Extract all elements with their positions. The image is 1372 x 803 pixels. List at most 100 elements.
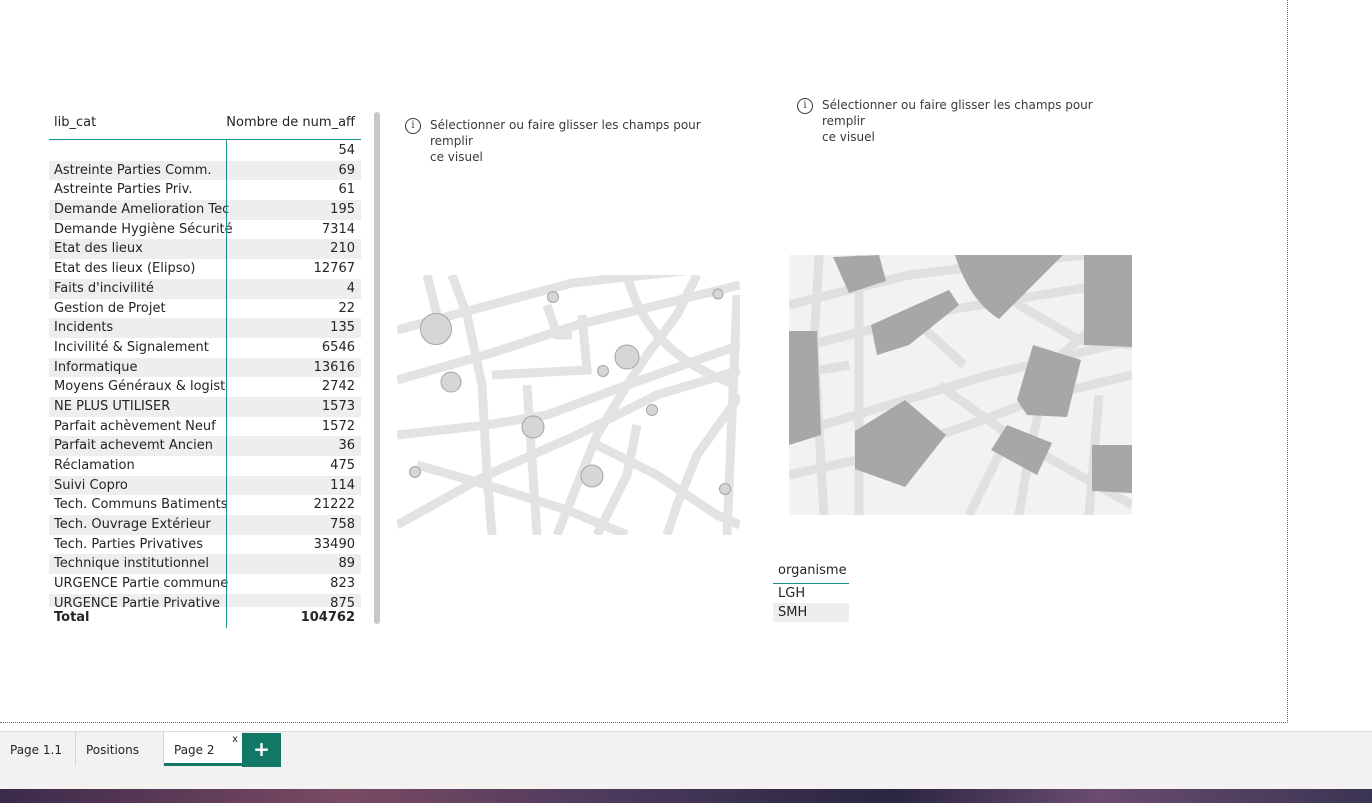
- cell-nombre-num-aff: 54: [338, 143, 355, 158]
- cell-lib-cat: Astreinte Parties Comm.: [54, 162, 212, 178]
- status-bar: [0, 767, 1372, 789]
- cell-nombre-num-aff: 195: [330, 202, 355, 218]
- add-page-button[interactable]: +: [242, 733, 281, 767]
- table-row[interactable]: Demande Hygiène Sécurité 7314: [49, 220, 361, 240]
- table-row[interactable]: Réclamation 475: [49, 456, 361, 476]
- filled-map-placeholder[interactable]: [789, 255, 1132, 515]
- cell-nombre-num-aff: 89: [338, 556, 355, 572]
- table-row[interactable]: 54: [49, 141, 361, 161]
- cell-nombre-num-aff: 4: [346, 280, 355, 296]
- table-row[interactable]: Technique institutionnel 89: [49, 554, 361, 575]
- cell-lib-cat: Parfait achèvement Neuf: [54, 418, 216, 434]
- slicer-header: organisme: [773, 561, 849, 584]
- cell-lib-cat: Parfait achevemt Ancien: [54, 438, 214, 454]
- cell-nombre-num-aff: 13616: [313, 359, 355, 375]
- slicer-item-smh[interactable]: SMH: [773, 603, 849, 622]
- cell-nombre-num-aff: 758: [330, 517, 355, 533]
- table-row[interactable]: URGENCE Partie commune 823: [49, 574, 361, 594]
- bubble-map-placeholder[interactable]: [397, 275, 740, 535]
- cell-nombre-num-aff: 475: [330, 458, 355, 473]
- total-label: Total: [54, 610, 90, 625]
- column-header-lib-cat[interactable]: lib_cat: [54, 115, 96, 130]
- table-row[interactable]: NE PLUS UTILISER 1573: [49, 396, 361, 417]
- cell-lib-cat: Réclamation: [54, 458, 135, 473]
- cell-nombre-num-aff: 823: [330, 576, 355, 592]
- placeholder-line1: Sélectionner ou faire glisser les champs…: [430, 118, 701, 148]
- table-row[interactable]: Tech. Ouvrage Extérieur 758: [49, 515, 361, 535]
- table-row[interactable]: Gestion de Projet 22: [49, 299, 361, 319]
- table-row[interactable]: Parfait achevemt Ancien 36: [49, 436, 361, 456]
- cell-nombre-num-aff: 61: [338, 182, 355, 198]
- report-canvas: lib_cat Nombre de num_aff 54 Astreinte Pa…: [0, 0, 1288, 723]
- cell-nombre-num-aff: 12767: [313, 261, 355, 277]
- table-row[interactable]: Moyens Généraux & logist 2742: [49, 377, 361, 397]
- tab-page-2[interactable]: Page 2 x: [164, 732, 242, 766]
- page-tab-bar: Page 1.1 Positions Page 2 x +: [0, 731, 1372, 768]
- table-total-row: Total 104762: [49, 608, 361, 628]
- desktop-background: [0, 789, 1372, 803]
- cell-lib-cat: Suivi Copro: [54, 477, 128, 493]
- tab-page-1-1[interactable]: Page 1.1: [0, 732, 76, 766]
- cell-lib-cat: NE PLUS UTILISER: [54, 398, 171, 414]
- cell-lib-cat: Technique institutionnel: [54, 556, 210, 572]
- close-tab-icon[interactable]: x: [232, 722, 238, 758]
- total-value: 104762: [300, 610, 355, 625]
- cell-lib-cat: URGENCE Partie commune: [54, 576, 229, 592]
- tab-positions[interactable]: Positions: [76, 732, 164, 766]
- info-icon: i: [797, 98, 813, 114]
- info-icon: i: [405, 118, 421, 134]
- table-row[interactable]: Tech. Communs Batiments 21222: [49, 495, 361, 515]
- cell-lib-cat: Tech. Ouvrage Extérieur: [54, 517, 211, 533]
- table-row[interactable]: Demande Amelioration Tec 195: [49, 200, 361, 220]
- table-row[interactable]: Incidents 135: [49, 318, 361, 338]
- placeholder-line2: ce visuel: [430, 150, 483, 164]
- table-row[interactable]: Tech. Parties Privatives 33490: [49, 535, 361, 555]
- cell-lib-cat: Etat des lieux: [54, 241, 143, 257]
- cell-nombre-num-aff: 1573: [321, 398, 355, 414]
- table-row[interactable]: Faits d'incivilité 4: [49, 278, 361, 299]
- cell-nombre-num-aff: 7314: [321, 221, 355, 237]
- cell-nombre-num-aff: 114: [330, 477, 355, 493]
- organisme-slicer: organisme LGH SMH: [773, 561, 849, 622]
- table-body: 54 Astreinte Parties Comm. 69 Astreinte Par…: [49, 141, 361, 607]
- table-row[interactable]: URGENCE Partie Privative 875: [49, 593, 361, 607]
- cell-lib-cat: Faits d'incivilité: [54, 280, 154, 296]
- cell-nombre-num-aff: 2742: [321, 379, 355, 395]
- cell-nombre-num-aff: 21222: [313, 497, 355, 513]
- cell-nombre-num-aff: 6546: [321, 339, 355, 355]
- table-row[interactable]: Suivi Copro 114: [49, 475, 361, 496]
- table-visual[interactable]: lib_cat Nombre de num_aff 54 Astreinte Pa…: [49, 111, 380, 631]
- cell-lib-cat: Tech. Communs Batiments: [54, 497, 228, 513]
- cell-nombre-num-aff: 22: [338, 300, 355, 316]
- cell-lib-cat: Gestion de Projet: [54, 300, 166, 316]
- column-divider: [226, 140, 227, 628]
- table-row[interactable]: Etat des lieux (Elipso) 12767: [49, 259, 361, 279]
- table-row[interactable]: Etat des lieux 210: [49, 239, 361, 260]
- cell-lib-cat: Demande Hygiène Sécurité: [54, 221, 233, 237]
- slicer-item-lgh[interactable]: LGH: [773, 584, 849, 603]
- cell-lib-cat: Astreinte Parties Priv.: [54, 182, 193, 198]
- cell-nombre-num-aff: 69: [338, 162, 355, 178]
- table-scrollbar[interactable]: [374, 112, 380, 624]
- cell-lib-cat: Etat des lieux (Elipso): [54, 261, 196, 277]
- cell-lib-cat: Informatique: [54, 359, 138, 375]
- placeholder-line2: ce visuel: [822, 130, 875, 144]
- cell-lib-cat: Demande Amelioration Tec: [54, 202, 230, 218]
- placeholder-line1: Sélectionner ou faire glisser les champs…: [822, 98, 1093, 128]
- cell-nombre-num-aff: 1572: [321, 418, 355, 434]
- cell-lib-cat: URGENCE Partie Privative: [54, 595, 221, 607]
- table-row[interactable]: Parfait achèvement Neuf 1572: [49, 417, 361, 437]
- cell-nombre-num-aff: 33490: [313, 536, 355, 552]
- table-row[interactable]: Astreinte Parties Comm. 69: [49, 160, 361, 181]
- cell-nombre-num-aff: 135: [330, 320, 355, 336]
- table-row[interactable]: Incivilité & Signalement 6546: [49, 338, 361, 358]
- cell-lib-cat: Tech. Parties Privatives: [54, 536, 203, 552]
- table-row[interactable]: Astreinte Parties Priv. 61: [49, 180, 361, 200]
- cell-lib-cat: Incidents: [54, 320, 114, 336]
- column-header-nombre-num-aff[interactable]: Nombre de num_aff: [226, 115, 355, 130]
- cell-lib-cat: Moyens Généraux & logist: [54, 379, 226, 395]
- cell-nombre-num-aff: 36: [338, 438, 355, 454]
- cell-nombre-num-aff: 210: [330, 241, 355, 257]
- table-row[interactable]: Informatique 13616: [49, 357, 361, 378]
- cell-lib-cat: Incivilité & Signalement: [54, 339, 209, 355]
